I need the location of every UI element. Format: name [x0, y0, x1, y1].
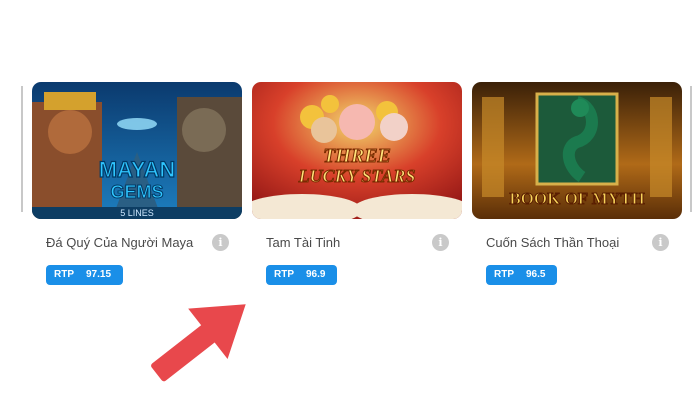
rtp-label: RTP	[54, 269, 74, 280]
rtp-badge: RTP 96.5	[486, 265, 558, 285]
game-card-three-lucky-stars[interactable]: THREE LUCKY STARS Tam Tài Tinh i RTP 96.…	[252, 82, 462, 285]
info-icon[interactable]: i	[212, 234, 229, 251]
rtp-value: 96.9	[306, 269, 326, 280]
game-title[interactable]: Đá Quý Của Người Maya	[46, 235, 193, 250]
art-title-2: GEMS	[110, 182, 163, 202]
info-icon[interactable]: i	[652, 234, 669, 251]
game-thumbnail[interactable]: THREE LUCKY STARS	[252, 82, 462, 219]
game-title[interactable]: Cuốn Sách Thần Thoại	[486, 235, 619, 250]
rtp-label: RTP	[274, 269, 294, 280]
rtp-badge: RTP 97.15	[46, 265, 124, 285]
rtp-badge: RTP 96.9	[266, 265, 338, 285]
rtp-label: RTP	[494, 269, 514, 280]
art-title-2: LUCKY STARS	[298, 166, 416, 186]
art-title-1: BOOK OF MYTH	[509, 189, 644, 208]
rtp-value: 97.15	[86, 269, 112, 280]
game-card-book-of-myth[interactable]: BOOK OF MYTH Cuốn Sách Thần Thoại i RTP …	[472, 82, 682, 285]
art-title-1: THREE	[323, 145, 391, 167]
rtp-value: 96.5	[526, 269, 546, 280]
carousel-right-edge	[690, 86, 692, 212]
game-thumbnail[interactable]: BOOK OF MYTH	[472, 82, 682, 219]
game-title[interactable]: Tam Tài Tinh	[266, 235, 340, 250]
info-icon[interactable]: i	[432, 234, 449, 251]
arrow-pointer	[151, 304, 246, 382]
art-title-1: MAYAN	[99, 157, 176, 182]
art-subtitle: 5 LINES	[120, 208, 154, 218]
carousel-left-edge	[21, 86, 23, 212]
game-thumbnail[interactable]: MAYAN GEMS 5 LINES	[32, 82, 242, 219]
game-card-mayan-gems[interactable]: MAYAN GEMS 5 LINES Đá Quý Của Người Maya…	[32, 82, 242, 285]
